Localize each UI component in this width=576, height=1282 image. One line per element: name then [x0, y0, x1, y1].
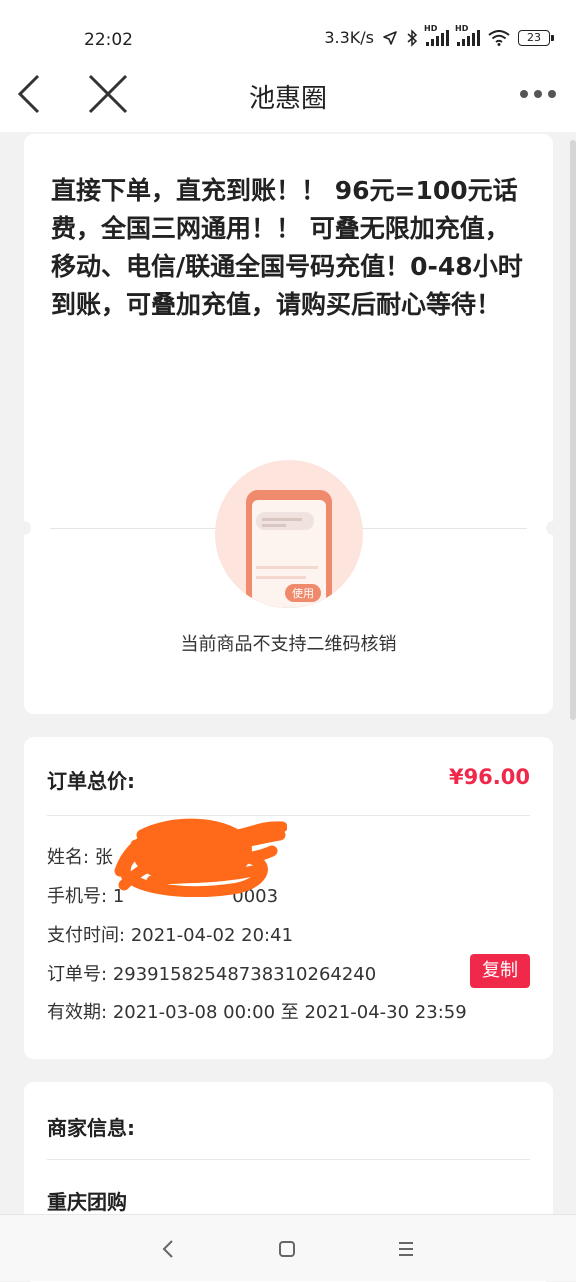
system-home-button[interactable] [273, 1235, 301, 1263]
pay-time-value: 2021-04-02 20:41 [130, 925, 294, 946]
status-icons: 3.3K/s HD HD 23 [324, 24, 554, 47]
system-back-button[interactable] [154, 1235, 182, 1263]
bluetooth-icon [407, 28, 418, 47]
signal-hd-label: HD [424, 23, 438, 33]
network-speed: 3.3K/s [324, 28, 374, 47]
order-total-price: ¥96.00 [448, 765, 530, 789]
order-number-value: 29391582548738310264240 [112, 964, 377, 985]
scrollbar[interactable] [570, 140, 576, 720]
triangle-back-icon [162, 1240, 173, 1258]
more-button[interactable] [518, 82, 558, 106]
qr-unsupported-message: 当前商品不支持二维码核销 [180, 634, 397, 655]
product-card: 直接下单，直充到账！！ 96元=100元话费，全国三网通用！！ 可叠无限加充值，… [17, 134, 560, 714]
validity-value: 2021-03-08 00:00 至 2021-04-30 23:59 [112, 1002, 467, 1023]
name-label: 姓名: [47, 847, 90, 868]
signal-icon: HD [424, 24, 449, 46]
merchant-section-label: 商家信息: [47, 1116, 135, 1140]
order-number-label: 订单号: [47, 964, 108, 985]
signal-icon: HD [455, 24, 480, 46]
phone-illustration-icon: 使用 [215, 460, 363, 608]
product-title: 直接下单，直充到账！！ 96元=100元话费，全国三网通用！！ 可叠无限加充值，… [51, 176, 523, 319]
order-total-label: 订单总价: [47, 769, 135, 793]
merchant-name[interactable]: 重庆团购 [47, 1186, 127, 1215]
name-value: 张 [94, 847, 113, 868]
menu-lines-icon [399, 1242, 413, 1256]
order-card: 订单总价: ¥96.00 姓名: 张 手机号: 1 0003 支付时间: 2021… [24, 737, 553, 1059]
signal-hd-label: HD [455, 23, 469, 33]
pay-time-label: 支付时间: [47, 925, 126, 946]
copy-button[interactable]: 复制 [470, 954, 530, 988]
pay-time-row: 支付时间: 2021-04-02 20:41 [47, 921, 293, 947]
system-menu-button[interactable] [392, 1235, 420, 1263]
name-row: 姓名: 张 [47, 843, 113, 869]
battery-icon: 23 [518, 29, 554, 46]
status-time: 22:02 [84, 30, 133, 50]
page-title: 池惠圈 [248, 84, 327, 114]
divider [47, 1159, 530, 1160]
ticket-notch [17, 521, 31, 535]
system-nav-bar [0, 1214, 576, 1281]
location-icon [383, 30, 397, 45]
validity-row: 有效期: 2021-03-08 00:00 至 2021-04-30 23:59 [47, 998, 467, 1024]
phone-label: 手机号: [47, 886, 108, 907]
order-number-row: 订单号: 29391582548738310264240 [47, 960, 376, 986]
more-dots-icon [520, 90, 556, 98]
wifi-icon [488, 29, 510, 46]
square-home-icon [279, 1241, 295, 1257]
order-total-row: 订单总价: ¥96.00 [47, 765, 530, 816]
redaction-scribble [114, 818, 287, 897]
qr-badge-label: 使用 [292, 587, 314, 600]
nav-bar: 池惠圈 [0, 60, 576, 132]
ticket-notch [546, 521, 560, 535]
validity-label: 有效期: [47, 1002, 108, 1023]
